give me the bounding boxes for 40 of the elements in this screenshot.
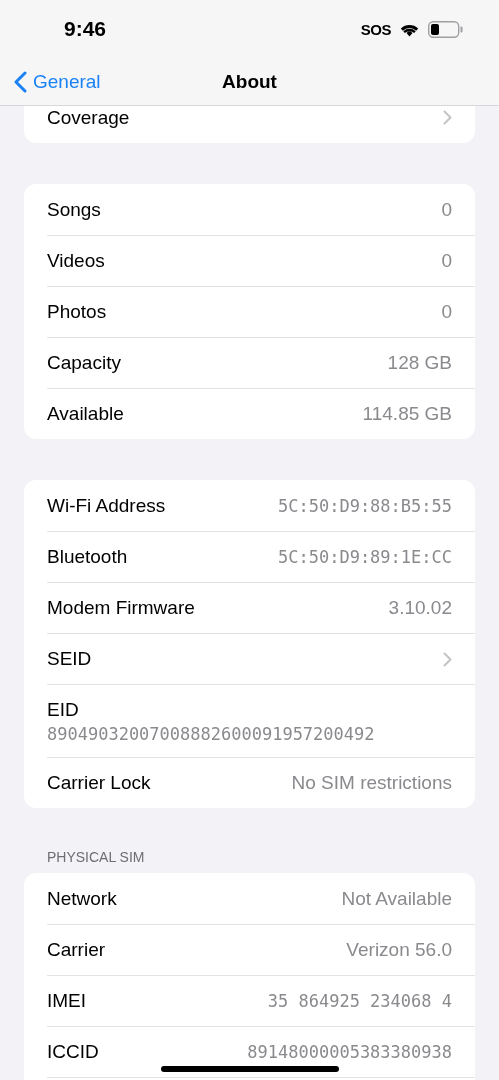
row-value: 5C:50:D9:89:1E:CC <box>278 547 452 567</box>
row-label: Photos <box>47 301 107 323</box>
row-label: Network <box>47 887 117 910</box>
row-label: Modem Firmware <box>47 597 195 619</box>
status-time: 9:46 <box>64 17 107 41</box>
settings-row[interactable]: SEID <box>47 633 475 684</box>
row-label: Videos <box>47 250 105 272</box>
row-value: Not Available <box>341 887 452 910</box>
row-value: 0 <box>441 301 452 323</box>
row-value: Verizon 56.0 <box>346 939 452 961</box>
section-header: PHYSICAL SIM <box>47 849 146 865</box>
page-title: About <box>222 70 277 93</box>
back-chevron-icon <box>14 70 27 93</box>
row-label: EID <box>47 698 80 721</box>
row-value: 89148000005383380938 <box>247 1042 452 1062</box>
row-label: Songs <box>47 198 101 221</box>
row-label: Bluetooth <box>47 546 128 568</box>
row-value: 128 GB <box>387 352 452 374</box>
row-value: 0 <box>441 250 452 272</box>
row-label: SEID <box>47 648 92 670</box>
row-value: 114.85 GB <box>362 403 452 425</box>
row-value: No SIM restrictions <box>291 772 452 794</box>
chevron-icon <box>443 651 452 667</box>
row-label: Capacity <box>47 352 121 374</box>
row-label: Coverage <box>47 106 130 129</box>
row-value: 5C:50:D9:88:B5:55 <box>278 495 452 516</box>
sos-indicator: SOS <box>360 20 391 38</box>
row-value: 3.10.02 <box>388 597 452 619</box>
row-label: ICCID <box>47 1041 99 1063</box>
row-label: IMEI <box>47 990 87 1012</box>
row-value: 89049032007008882600091957200492 <box>47 723 376 744</box>
row-value: 0 <box>441 198 452 221</box>
row-label: Available <box>47 403 124 425</box>
row-label: Carrier <box>47 939 106 961</box>
settings-row[interactable]: Coverage <box>47 106 475 143</box>
chevron-icon <box>443 110 452 125</box>
row-label: Carrier Lock <box>47 772 151 794</box>
row-value: 35 864925 234068 4 <box>267 991 452 1011</box>
battery-icon <box>428 20 463 38</box>
row-label: Wi-Fi Address <box>47 494 166 517</box>
